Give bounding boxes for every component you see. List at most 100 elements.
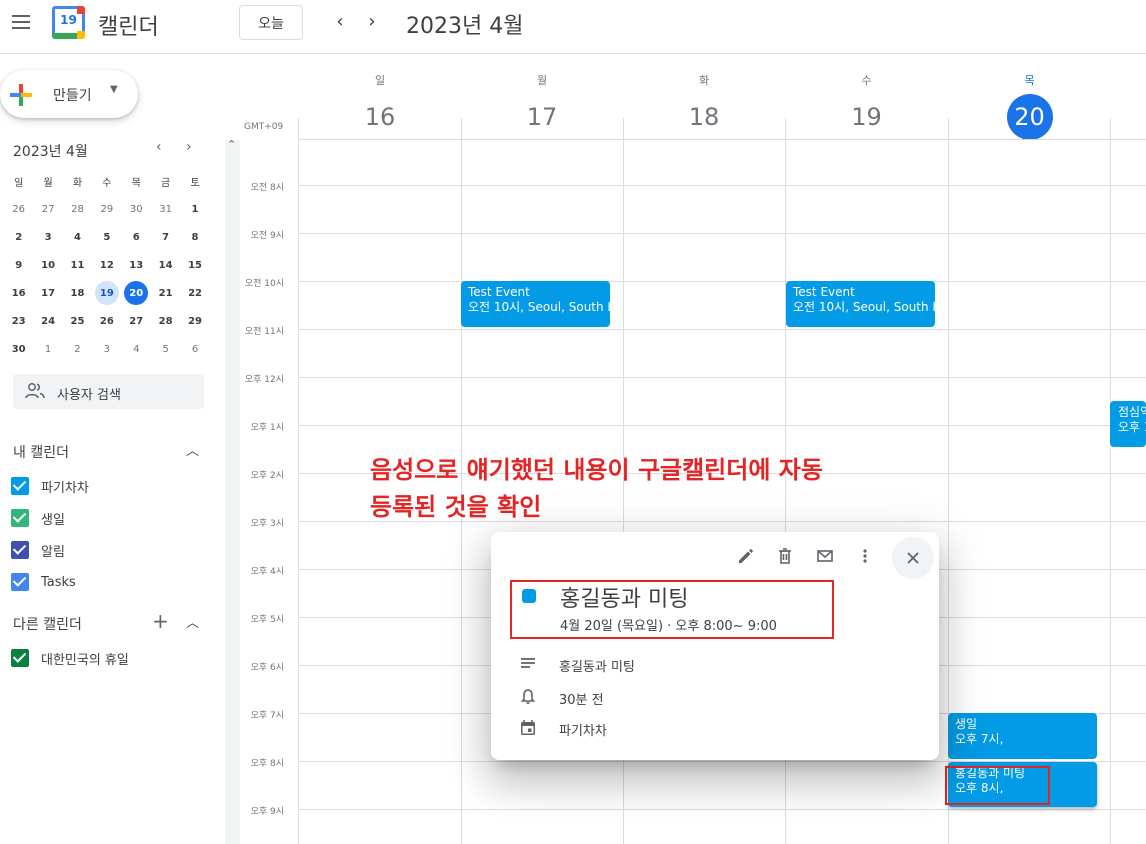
mini-day[interactable]: 5 bbox=[92, 223, 121, 251]
day-number[interactable]: 19 bbox=[844, 94, 890, 140]
main-menu-icon[interactable] bbox=[8, 9, 34, 35]
today-button[interactable]: 오늘 bbox=[239, 5, 303, 40]
search-people-input[interactable]: 사용자 검색 bbox=[13, 374, 204, 409]
day-header[interactable]: 화 18 bbox=[623, 54, 785, 140]
mini-day[interactable]: 28 bbox=[151, 307, 180, 335]
mini-day[interactable]: 1 bbox=[33, 335, 62, 363]
mini-day[interactable]: 5 bbox=[151, 335, 180, 363]
add-calendar-icon[interactable]: + bbox=[152, 611, 169, 631]
annotation-text: 음성으로 얘기했던 내용이 구글캘린더에 자동 등록된 것을 확인 bbox=[370, 452, 823, 526]
checkbox-checked-icon[interactable] bbox=[11, 649, 29, 667]
delete-icon[interactable] bbox=[773, 544, 797, 568]
calendar-item[interactable]: Tasks bbox=[11, 572, 76, 592]
mini-day[interactable]: 7 bbox=[151, 223, 180, 251]
day-header[interactable]: 월 17 bbox=[461, 54, 623, 140]
day-number[interactable]: 17 bbox=[519, 94, 565, 140]
mini-day[interactable]: 27 bbox=[33, 195, 62, 223]
day-header[interactable]: 일 16 bbox=[299, 54, 461, 140]
mini-day[interactable]: 15 bbox=[180, 251, 209, 279]
mini-prev-month-icon[interactable]: ‹ bbox=[156, 139, 162, 155]
calendar-row bbox=[518, 717, 538, 739]
mini-day[interactable]: 8 bbox=[180, 223, 209, 251]
hour-label: 오전 11시 bbox=[244, 327, 284, 337]
hour-label: 오후 5시 bbox=[250, 615, 284, 625]
event-chip[interactable]: 생일 오후 7시, bbox=[948, 713, 1097, 759]
event-chip[interactable]: Test Event 오전 10시, Seoul, South Ko bbox=[786, 281, 935, 327]
mini-day[interactable]: 24 bbox=[33, 307, 62, 335]
hour-label: 오전 10시 bbox=[244, 279, 284, 289]
mini-day[interactable]: 26 bbox=[4, 195, 33, 223]
mini-day[interactable]: 18 bbox=[63, 279, 92, 307]
mini-day[interactable]: 6 bbox=[122, 223, 151, 251]
hour-line bbox=[298, 425, 1146, 426]
chevron-up-icon[interactable]: ︿ bbox=[186, 440, 199, 459]
mini-day[interactable]: 25 bbox=[63, 307, 92, 335]
day-number[interactable]: 16 bbox=[357, 94, 403, 140]
day-of-week: 수 bbox=[861, 74, 872, 87]
event-reminder: 30분 전 bbox=[559, 693, 604, 708]
close-icon[interactable] bbox=[892, 537, 934, 579]
mini-day[interactable]: 3 bbox=[33, 223, 62, 251]
scroll-up-icon[interactable]: ⌃ bbox=[227, 138, 236, 151]
more-options-icon[interactable] bbox=[853, 544, 877, 568]
day-header-today[interactable]: 목 20 bbox=[948, 54, 1111, 140]
mini-day[interactable]: 12 bbox=[92, 251, 121, 279]
mini-day[interactable]: 30 bbox=[4, 335, 33, 363]
create-button[interactable]: 만들기 ▼ bbox=[0, 70, 138, 118]
chevron-up-icon[interactable]: ︿ bbox=[186, 612, 199, 631]
mini-day[interactable]: 2 bbox=[63, 335, 92, 363]
mini-day[interactable]: 6 bbox=[180, 335, 209, 363]
email-icon[interactable] bbox=[813, 544, 837, 568]
day-header[interactable]: 수 19 bbox=[785, 54, 948, 140]
checkbox-checked-icon[interactable] bbox=[11, 541, 29, 559]
checkbox-checked-icon[interactable] bbox=[11, 477, 29, 495]
calendar-item[interactable]: 파기차차 bbox=[11, 476, 89, 496]
mini-day[interactable]: 21 bbox=[151, 279, 180, 307]
mini-day[interactable]: 4 bbox=[122, 335, 151, 363]
calendar-item[interactable]: 대한민국의 휴일 bbox=[11, 648, 129, 668]
mini-day[interactable]: 3 bbox=[92, 335, 121, 363]
mini-day[interactable]: 22 bbox=[180, 279, 209, 307]
mini-day[interactable]: 26 bbox=[92, 307, 121, 335]
mini-day[interactable]: 29 bbox=[92, 195, 121, 223]
mini-next-month-icon[interactable]: › bbox=[186, 139, 192, 155]
scrollbar[interactable] bbox=[225, 140, 240, 844]
calendar-label: 생일 bbox=[41, 512, 65, 528]
mini-day-selected[interactable]: 19 bbox=[92, 279, 121, 307]
event-chip[interactable]: 점심약 오후 1 bbox=[1110, 401, 1146, 447]
mini-day[interactable]: 10 bbox=[33, 251, 62, 279]
next-week-icon[interactable]: › bbox=[360, 9, 384, 33]
mini-day[interactable]: 16 bbox=[4, 279, 33, 307]
calendar-label: 대한민국의 휴일 bbox=[41, 652, 129, 668]
mini-day[interactable]: 11 bbox=[63, 251, 92, 279]
mini-day[interactable]: 17 bbox=[33, 279, 62, 307]
mini-day[interactable]: 31 bbox=[151, 195, 180, 223]
mini-day-today[interactable]: 20 bbox=[122, 279, 151, 307]
prev-week-icon[interactable]: ‹ bbox=[328, 9, 352, 33]
mini-day[interactable]: 9 bbox=[4, 251, 33, 279]
mini-day[interactable]: 30 bbox=[122, 195, 151, 223]
mini-day[interactable]: 1 bbox=[180, 195, 209, 223]
day-number[interactable]: 18 bbox=[681, 94, 727, 140]
mini-day[interactable]: 28 bbox=[63, 195, 92, 223]
other-calendars-title[interactable]: 다른 캘린더 bbox=[13, 614, 82, 634]
checkbox-checked-icon[interactable] bbox=[11, 573, 29, 591]
mini-day[interactable]: 14 bbox=[151, 251, 180, 279]
mini-weekday: 토 bbox=[190, 177, 200, 189]
mini-day[interactable]: 4 bbox=[63, 223, 92, 251]
calendar-icon bbox=[521, 720, 535, 735]
mini-day[interactable]: 13 bbox=[122, 251, 151, 279]
checkbox-checked-icon[interactable] bbox=[11, 509, 29, 527]
calendar-logo-icon[interactable]: 19 bbox=[52, 6, 85, 39]
edit-icon[interactable] bbox=[734, 544, 758, 568]
day-number-today[interactable]: 20 bbox=[1006, 94, 1053, 140]
mini-day[interactable]: 2 bbox=[4, 223, 33, 251]
mini-day[interactable]: 27 bbox=[122, 307, 151, 335]
event-chip[interactable]: Test Event 오전 10시, Seoul, South Ko bbox=[461, 281, 610, 327]
calendar-item[interactable]: 생일 bbox=[11, 508, 65, 528]
calendar-item[interactable]: 알림 bbox=[11, 540, 65, 560]
mini-day[interactable]: 23 bbox=[4, 307, 33, 335]
mini-day[interactable]: 29 bbox=[180, 307, 209, 335]
my-calendars-title[interactable]: 내 캘린더 bbox=[13, 442, 69, 462]
annotation-line: 등록된 것을 확인 bbox=[370, 493, 542, 521]
